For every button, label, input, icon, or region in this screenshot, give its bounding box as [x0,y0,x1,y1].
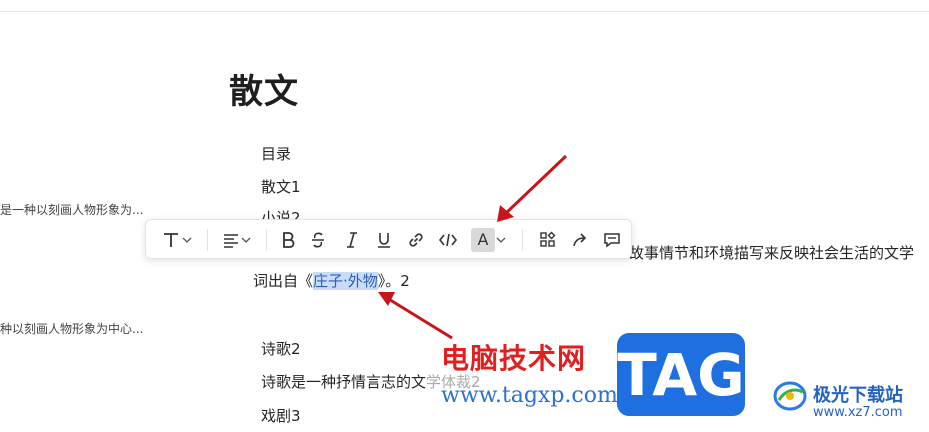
download-site-name: 极光下载站 [813,385,903,406]
arrow-to-selected-text-icon [378,292,453,340]
arrow-to-font-color-icon [497,154,568,222]
download-site-url: www.xz7.com [813,405,903,420]
tag-logo-badge: TAG [617,333,745,416]
watermark-site-name: 电脑技术网 [441,342,587,375]
aurora-logo-icon [773,381,807,411]
watermark-site-url: www.tagxp.com [441,383,618,408]
